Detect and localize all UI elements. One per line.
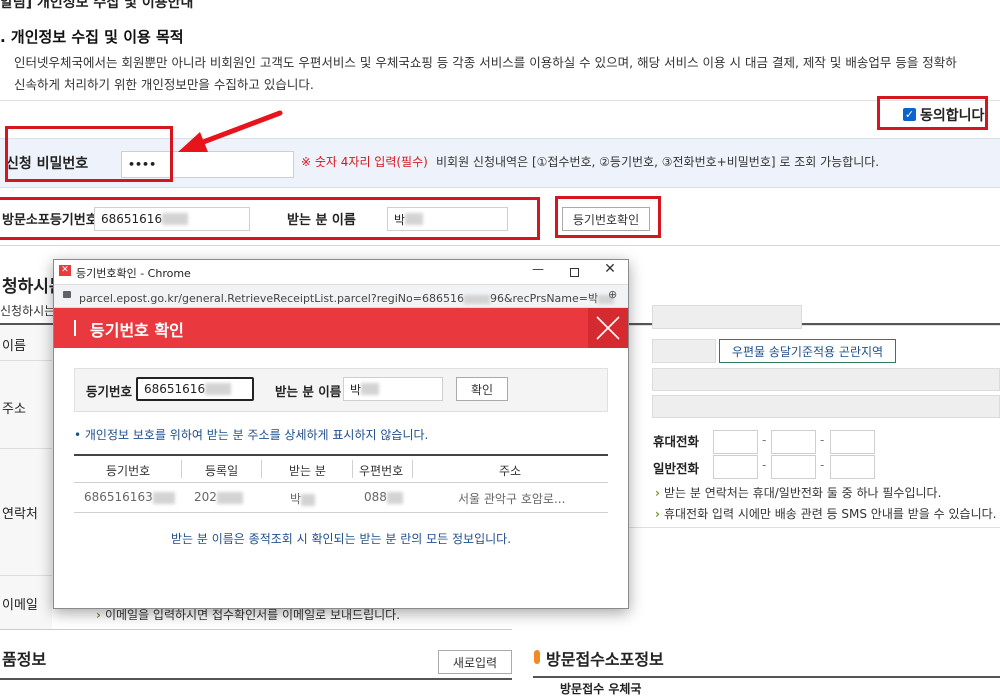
mobile-field-1[interactable]: [713, 430, 758, 454]
th-recipient: 받는 분: [289, 464, 326, 478]
popup-name-input[interactable]: 박: [343, 377, 443, 401]
popup-header-title: 등기번호 확인: [90, 321, 184, 340]
dash: -: [820, 433, 825, 447]
right-field-1[interactable]: [652, 305, 802, 329]
url-text: parcel.epost.go.kr/general.RetrieveRecei…: [79, 290, 615, 306]
phone-field-2[interactable]: [771, 455, 816, 479]
col-sep: [352, 460, 353, 478]
th-reg-date: 등록일: [205, 464, 239, 478]
td-reg-date: 202: [194, 490, 243, 504]
lock-icon: [63, 291, 71, 298]
row-line: [0, 575, 52, 576]
zipcode-field[interactable]: [652, 339, 716, 363]
address-label: 주소: [2, 402, 26, 417]
popup-titlebar[interactable]: ✕ 등기번호확인 - Chrome — ✕: [54, 260, 628, 284]
visit-info-title: 방문접수소포정보: [546, 650, 664, 669]
name-label: 이름: [2, 339, 26, 354]
popup-search-box: 등기번호 68651616 받는 분 이름 박 확인: [74, 368, 608, 412]
footer-note: 받는 분 이름은 종적조회 시 확인되는 받는 분 란의 모든 정보입니다.: [170, 532, 512, 546]
red-arrow-icon: [178, 110, 283, 152]
popup-window-title: 등기번호확인 - Chrome: [76, 267, 191, 280]
dash: -: [820, 458, 825, 472]
popup-name-label: 받는 분 이름: [275, 384, 342, 399]
contact-label: 연락처: [2, 507, 38, 522]
dash: -: [762, 433, 767, 447]
password-info-note: 비회원 신청내역은 [①접수번호, ②등기번호, ③전화번호+비밀번호] 로 조…: [436, 155, 880, 169]
applicant-subtitle: 신청하시는: [0, 304, 56, 318]
table-bottom-border: [74, 512, 608, 513]
region-button[interactable]: 우편물 송달기준적용 곤란지역: [719, 339, 896, 363]
phone-field-1[interactable]: [713, 455, 758, 479]
privacy-note: • 개인정보 보호를 위하여 받는 분 주소를 상세하게 표시하지 않습니다.: [74, 428, 429, 442]
th-zipcode: 우편번호: [359, 464, 404, 478]
purpose-line-1: 인터넷우체국에서는 회원뿐만 아니라 비회원인 고객도 우편서비스 및 우체국쇼…: [14, 55, 957, 70]
purpose-title: . 개인정보 수집 및 이용 목적: [0, 28, 184, 46]
confirm-highlight: [555, 196, 661, 238]
zoom-icon[interactable]: ⊕: [608, 288, 617, 301]
result-table: 등기번호 등록일 받는 분 우편번호 주소 686516163 202 박 08…: [74, 454, 608, 513]
td-reg-number: 686516163: [84, 490, 175, 504]
dash: -: [762, 458, 767, 472]
section-top-title: 알림] 개인정보 수집 및 이용안내: [0, 0, 194, 11]
address-field-2[interactable]: [652, 395, 1000, 418]
popup-reg-input[interactable]: 68651616: [136, 377, 254, 401]
close-x-icon: [596, 316, 620, 340]
epost-logo-icon: ✕: [59, 265, 71, 276]
contact-note-1: › 받는 분 연락처는 휴대/일반전화 둘 중 하나 필수입니다.: [655, 486, 942, 500]
visit-sub-label: 방문접수 우체국: [560, 682, 642, 696]
table-header-bg: [74, 456, 608, 483]
mobile-label: 휴대전화: [653, 434, 700, 449]
col-sep: [412, 460, 413, 478]
popup-window: ✕ 등기번호확인 - Chrome — ✕ parcel.epost.go.kr…: [53, 259, 629, 609]
phone-label: 일반전화: [653, 461, 700, 476]
minimize-icon[interactable]: —: [524, 262, 552, 280]
contact-note-2: › 휴대전화 입력 시에만 배송 관련 등 SMS 안내를 받을 수 있습니다.: [655, 507, 997, 521]
mobile-field-3[interactable]: [830, 430, 875, 454]
divider: [0, 245, 1000, 246]
orange-bullet-icon: [534, 650, 540, 664]
visit-table-line: [533, 676, 1000, 678]
mobile-field-2[interactable]: [771, 430, 816, 454]
popup-confirm-button[interactable]: 확인: [456, 377, 508, 401]
col-sep: [261, 460, 262, 478]
row-line: [0, 360, 52, 361]
divider: [0, 100, 1000, 101]
row-line: [0, 448, 52, 449]
registry-highlight: [0, 197, 540, 240]
password-required-note: ※ 숫자 4자리 입력(필수): [301, 155, 428, 169]
product-title: 품정보: [2, 650, 47, 669]
th-reg-number: 등기번호: [106, 464, 151, 478]
maximize-icon[interactable]: [560, 264, 588, 280]
td-zipcode: 088: [364, 490, 403, 504]
row-line: [0, 629, 512, 630]
password-highlight: [5, 126, 173, 182]
agree-highlight: [877, 96, 988, 130]
th-address: 주소: [499, 464, 522, 478]
popup-close-button[interactable]: [588, 308, 628, 348]
td-recipient: 박: [290, 490, 316, 507]
popup-header: 등기번호 확인: [54, 308, 628, 348]
phone-field-3[interactable]: [830, 455, 875, 479]
col-sep: [181, 460, 182, 478]
product-table-line: [0, 678, 512, 680]
label-col-bg: [0, 325, 52, 630]
close-icon[interactable]: ✕: [596, 261, 624, 281]
email-label: 이메일: [2, 598, 38, 613]
td-address: 서울 관악구 호암로...: [458, 492, 566, 506]
row-line: [629, 527, 1000, 528]
address-field-1[interactable]: [652, 368, 1000, 391]
popup-reg-label: 등기번호: [86, 384, 133, 399]
purpose-line-2: 신속하게 처리하기 위한 개인정보만을 수집하고 있습니다.: [14, 77, 314, 92]
popup-addressbar[interactable]: parcel.epost.go.kr/general.RetrieveRecei…: [54, 284, 628, 308]
new-input-button[interactable]: 새로입력: [438, 650, 512, 674]
header-bar-icon: [74, 320, 76, 336]
